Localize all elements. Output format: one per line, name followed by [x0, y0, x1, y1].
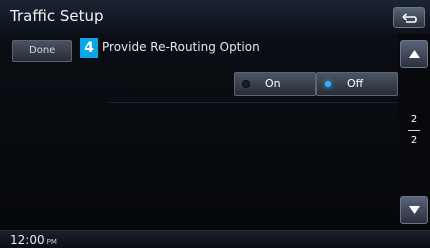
- settings-panel: Done: [0, 34, 398, 230]
- total-pages: 2: [410, 135, 418, 146]
- scroll-up-button[interactable]: [400, 40, 428, 68]
- page-title: Traffic Setup: [10, 7, 104, 25]
- divider: [108, 102, 398, 103]
- radio-unselected-dot-icon: [243, 81, 249, 87]
- title-bar: Traffic Setup: [0, 0, 430, 35]
- radio-on-label: On: [265, 77, 281, 90]
- done-button[interactable]: Done: [12, 40, 72, 62]
- current-page: 2: [410, 114, 418, 125]
- scroll-down-button[interactable]: [400, 196, 428, 224]
- triangle-up-icon: [409, 50, 420, 58]
- traffic-setup-screen: Traffic Setup Done 4 Provide Re-Routing …: [0, 0, 430, 248]
- radio-off-label: Off: [347, 77, 364, 90]
- done-button-label: Done: [29, 45, 56, 56]
- back-button[interactable]: [393, 7, 425, 28]
- radio-off-button[interactable]: Off: [316, 72, 398, 96]
- radio-on-button[interactable]: On: [234, 72, 316, 96]
- clock-time: 12:00: [10, 233, 45, 247]
- triangle-down-icon: [409, 206, 420, 214]
- clock-ampm: PM: [46, 238, 57, 246]
- page-scroller: 2 2: [398, 34, 430, 230]
- status-bar: 12:00 PM: [0, 230, 430, 248]
- page-separator: [408, 130, 420, 131]
- back-return-icon: [402, 13, 417, 23]
- step-number-badge: 4: [80, 38, 98, 58]
- radio-selected-dot-icon: [325, 81, 331, 87]
- option-title: Provide Re-Routing Option: [102, 40, 260, 54]
- clock: 12:00 PM: [10, 233, 57, 247]
